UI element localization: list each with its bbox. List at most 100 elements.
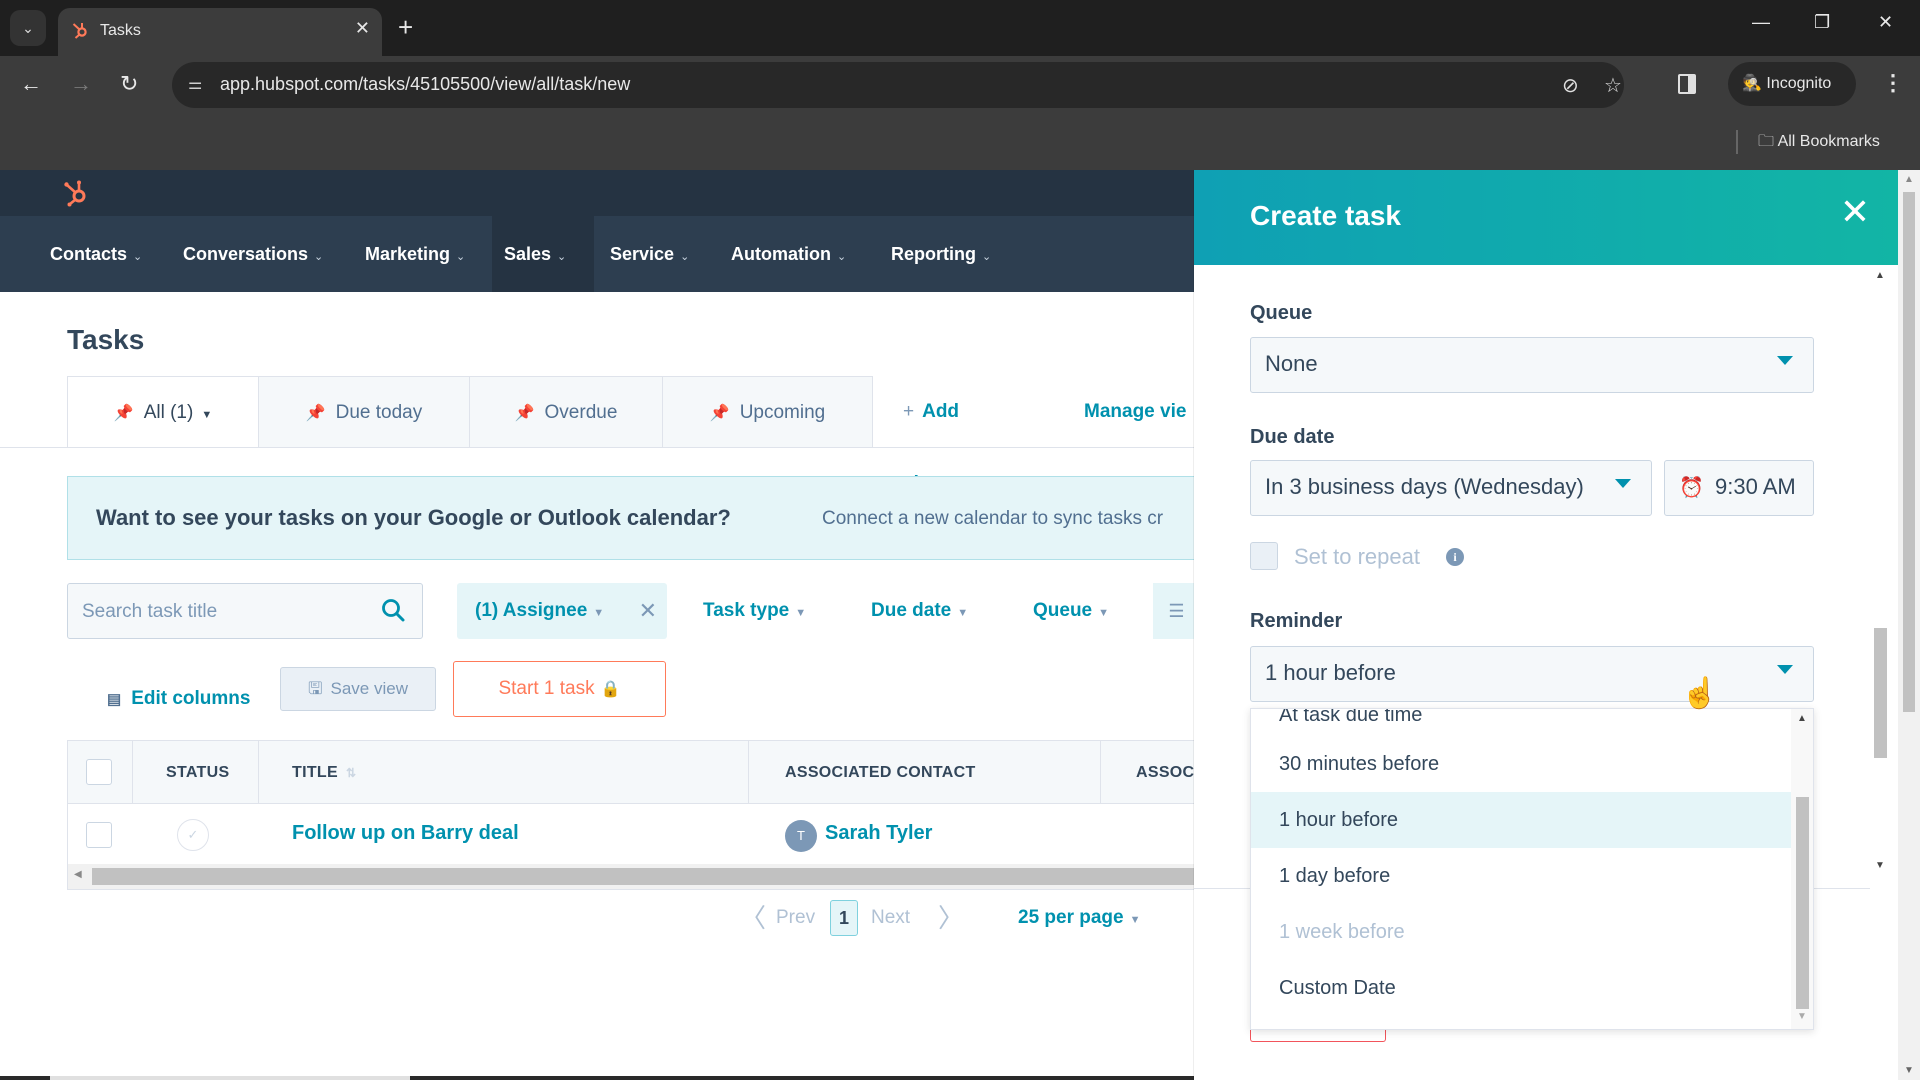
- calendar-sync-banner: Want to see your tasks on your Google or…: [67, 476, 1200, 560]
- start-tasks-button[interactable]: Start 1 task 🔒: [453, 661, 666, 717]
- pin-icon: 📌: [514, 405, 535, 422]
- nav-marketing[interactable]: Marketing ⌄: [353, 216, 477, 292]
- manage-views-link[interactable]: Manage vie: [1084, 376, 1186, 448]
- prev-chevron-icon[interactable]: 〈: [740, 898, 766, 938]
- prev-button[interactable]: Prev: [776, 898, 815, 938]
- column-status[interactable]: STATUS: [166, 741, 229, 804]
- caret-down-icon: [1615, 479, 1631, 488]
- browser-tab[interactable]: Tasks ✕: [58, 8, 382, 56]
- nav-sales[interactable]: Sales ⌄: [492, 216, 594, 292]
- next-button[interactable]: Next: [871, 898, 910, 938]
- tab-due-today[interactable]: 📌 Due today: [258, 376, 470, 448]
- dropdown-scrollbar[interactable]: ▲ ▼: [1791, 709, 1813, 1029]
- queue-filter[interactable]: Queue ▼: [1033, 583, 1109, 639]
- scroll-up-icon[interactable]: ▲: [1904, 174, 1914, 185]
- horizontal-scrollbar[interactable]: ◀: [68, 864, 1201, 889]
- scrollbar-thumb[interactable]: [1874, 628, 1887, 758]
- filter-label: (1) Assignee: [475, 600, 588, 621]
- main-nav: Contacts ⌄ Conversations ⌄ Marketing ⌄ Sale…: [0, 216, 1200, 292]
- all-bookmarks-button[interactable]: 🗀 All Bookmarks: [1758, 130, 1880, 157]
- tab-search-button[interactable]: ⌄: [10, 10, 46, 46]
- scroll-down-icon[interactable]: ▼: [1904, 1065, 1914, 1076]
- select-all-checkbox[interactable]: [86, 759, 112, 785]
- browser-menu-icon[interactable]: ⋮: [1882, 70, 1904, 96]
- side-panel-icon[interactable]: [1678, 74, 1696, 94]
- hubspot-logo-icon[interactable]: [62, 178, 92, 208]
- due-date-select[interactable]: In 3 business days (Wednesday): [1250, 460, 1652, 516]
- assignee-filter[interactable]: (1) Assignee ▼ ✕: [457, 583, 667, 639]
- row-checkbox[interactable]: [86, 822, 112, 848]
- task-title-link[interactable]: Follow up on Barry deal: [292, 822, 519, 845]
- next-chevron-icon[interactable]: 〉: [938, 898, 964, 938]
- nav-conversations[interactable]: Conversations ⌄: [171, 216, 335, 292]
- nav-automation[interactable]: Automation ⌄: [719, 216, 858, 292]
- info-icon[interactable]: i: [1446, 548, 1464, 566]
- reminder-option[interactable]: 1 day before: [1251, 848, 1791, 904]
- column-associated[interactable]: ASSOC: [1136, 741, 1194, 804]
- chevron-down-icon: ⌄: [133, 251, 143, 263]
- nav-label: Marketing: [365, 244, 451, 264]
- scroll-up-icon[interactable]: ▲: [1797, 713, 1807, 724]
- add-view-button[interactable]: +Add view: [903, 376, 959, 494]
- close-window-icon[interactable]: ✕: [1878, 12, 1893, 33]
- eye-slash-icon[interactable]: ⊘: [1562, 73, 1579, 98]
- contact-link[interactable]: Sarah Tyler: [825, 822, 932, 845]
- scrollbar-thumb[interactable]: [92, 868, 1201, 885]
- address-bar[interactable]: ⚌ app.hubspot.com/tasks/45105500/view/al…: [172, 62, 1624, 108]
- scrollbar-thumb[interactable]: [1903, 192, 1915, 712]
- new-tab-button[interactable]: +: [398, 12, 413, 42]
- reminder-select[interactable]: 1 hour before: [1250, 646, 1814, 702]
- panel-scrollbar[interactable]: ▲ ▼: [1870, 270, 1890, 1052]
- page-scrollbar[interactable]: ▲ ▼: [1898, 170, 1920, 1080]
- save-icon: 🖫: [308, 679, 323, 698]
- complete-task-icon[interactable]: ✓: [177, 819, 209, 851]
- search-icon[interactable]: [380, 597, 406, 623]
- back-icon[interactable]: ←: [20, 72, 42, 96]
- close-tab-icon[interactable]: ✕: [355, 18, 370, 39]
- nav-service[interactable]: Service ⌄: [598, 216, 701, 292]
- tab-overdue[interactable]: 📌 Overdue: [469, 376, 663, 448]
- save-view-button[interactable]: 🖫 Save view: [280, 667, 436, 711]
- reminder-label: Reminder: [1250, 610, 1343, 632]
- footer-button[interactable]: [1250, 1028, 1386, 1042]
- column-title[interactable]: TITLE ⇅: [292, 741, 356, 804]
- reload-icon[interactable]: ↻: [120, 72, 138, 96]
- scroll-down-icon[interactable]: ▼: [1875, 860, 1885, 871]
- restore-icon[interactable]: ❐: [1814, 12, 1830, 33]
- scroll-left-icon[interactable]: ◀: [74, 869, 82, 880]
- due-date-filter[interactable]: Due date ▼: [871, 583, 968, 639]
- scrollbar-thumb[interactable]: [1796, 797, 1809, 1009]
- minimize-icon[interactable]: —: [1752, 12, 1770, 33]
- browser-tab-bar: ⌄ Tasks ✕ + — ❐ ✕: [0, 0, 1920, 56]
- incognito-indicator[interactable]: 🕵 Incognito: [1728, 62, 1856, 106]
- tab-upcoming[interactable]: 📌 Upcoming: [662, 376, 873, 448]
- close-icon[interactable]: ✕: [1840, 192, 1870, 232]
- search-task-input[interactable]: [67, 583, 423, 639]
- reminder-option[interactable]: 30 minutes before: [1251, 736, 1791, 792]
- task-type-filter[interactable]: Task type ▼: [703, 583, 806, 639]
- url-text[interactable]: app.hubspot.com/tasks/45105500/view/all/…: [220, 74, 630, 95]
- reminder-option-selected[interactable]: 1 hour before: [1251, 792, 1791, 848]
- nav-reporting[interactable]: Reporting ⌄: [879, 216, 1003, 292]
- due-time-input[interactable]: ⏰ 9:30 AM: [1664, 460, 1814, 516]
- clear-filter-icon[interactable]: ✕: [639, 583, 657, 639]
- current-page[interactable]: 1: [830, 900, 858, 936]
- tab-all[interactable]: 📌 All (1) ▼: [67, 376, 259, 448]
- scroll-down-icon[interactable]: ▼: [1797, 1011, 1807, 1022]
- edit-columns-button[interactable]: ▤ Edit columns: [107, 674, 250, 724]
- column-associated-contact[interactable]: ASSOCIATED CONTACT: [785, 741, 976, 804]
- tab-label: All (1): [143, 402, 194, 423]
- sort-icon: ⇅: [345, 766, 357, 780]
- queue-select[interactable]: None: [1250, 337, 1814, 393]
- site-settings-icon[interactable]: ⚌: [188, 74, 202, 94]
- scroll-up-icon[interactable]: ▲: [1875, 270, 1885, 281]
- reminder-option[interactable]: Custom Date: [1251, 960, 1791, 1016]
- set-to-repeat-checkbox[interactable]: [1250, 542, 1278, 570]
- forward-icon[interactable]: →: [70, 72, 92, 96]
- save-view-label: Save view: [330, 679, 408, 698]
- per-page-select[interactable]: 25 per page ▼: [1018, 898, 1141, 938]
- table-header: STATUS TITLE ⇅ ASSOCIATED CONTACT ASSOC: [68, 741, 1200, 804]
- nav-contacts[interactable]: Contacts ⌄: [38, 216, 154, 292]
- search-input[interactable]: [82, 598, 362, 626]
- bookmark-star-icon[interactable]: ☆: [1604, 73, 1622, 98]
